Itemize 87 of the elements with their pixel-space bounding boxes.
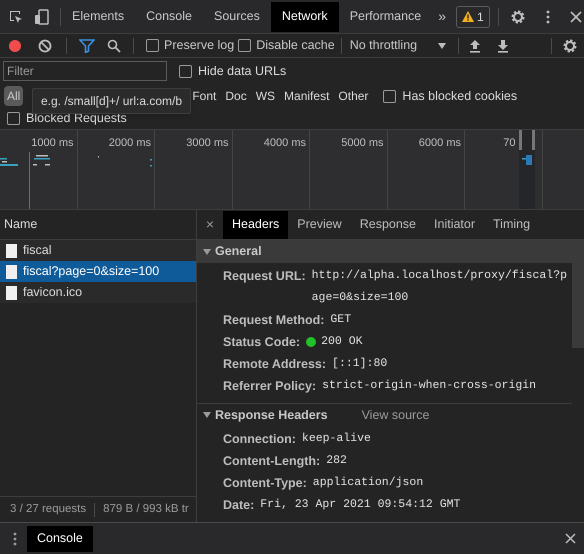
dropdown-caret-icon (438, 42, 446, 48)
document-icon (6, 264, 17, 278)
filter-field[interactable]: Filter (3, 61, 167, 81)
type-filter[interactable]: Doc (222, 86, 250, 106)
header-value: keep-alive (302, 431, 371, 447)
upload-icon[interactable] (468, 38, 481, 52)
clear-icon[interactable] (38, 38, 52, 52)
panel-tab[interactable]: Sources (202, 2, 271, 32)
more-options-icon[interactable] (13, 532, 17, 546)
status-text: 879 B / 993 kB tr (103, 502, 189, 517)
checkbox-label: Preserve log (164, 37, 234, 54)
detail-tab[interactable]: Timing (484, 210, 540, 238)
tick-label: 1000 ms (31, 136, 74, 151)
more-options-icon[interactable] (546, 10, 550, 24)
header-name: Status Code: (223, 334, 300, 351)
type-filter[interactable]: Font (189, 86, 220, 106)
header-name: Request Method: (223, 312, 324, 329)
header-value: 282 (326, 453, 347, 469)
section-header[interactable]: Response Headers View source (197, 403, 572, 426)
request-row[interactable]: favicon.ico (0, 282, 196, 303)
close-icon[interactable] (570, 10, 582, 22)
checkbox[interactable] (238, 39, 252, 52)
header-name: Content-Type: (223, 475, 307, 492)
warning-icon (462, 11, 474, 22)
header-value: GET (330, 312, 352, 328)
inspect-icon[interactable] (8, 8, 24, 24)
document-icon (6, 286, 17, 300)
panel-tab[interactable]: Performance (338, 2, 432, 32)
type-filter[interactable]: All (4, 86, 24, 106)
header-name: Referrer Policy: (223, 378, 316, 395)
more-tabs-button[interactable]: » (432, 6, 452, 27)
request-row[interactable]: fiscal?page=0&size=100 (0, 261, 196, 282)
header-name: Date: (223, 497, 254, 514)
close-icon[interactable] (565, 533, 576, 544)
section-header[interactable]: General (197, 240, 572, 263)
header-name: Connection: (223, 431, 296, 448)
detail-tab[interactable]: Preview (288, 210, 351, 238)
settings-icon[interactable] (510, 8, 526, 24)
device-icon[interactable] (34, 8, 50, 24)
header-value: http://alpha.localhost/proxy/fiscal?page=0&size=100 (312, 268, 568, 306)
expanded-caret-icon (203, 411, 211, 419)
request-row[interactable]: fiscal (0, 240, 196, 261)
tick-label: 3000 ms (186, 136, 228, 151)
panel-tab[interactable]: Elements (61, 2, 136, 32)
detail-tab[interactable]: Response (350, 210, 426, 238)
record-icon[interactable] (8, 38, 22, 52)
tick-label: 70 (503, 136, 516, 151)
header-value: application/json (312, 475, 424, 491)
tick-label: 5000 ms (341, 136, 384, 151)
warning-badge[interactable]: 1 (456, 6, 490, 28)
drawer-tab[interactable]: Console (27, 526, 93, 552)
scrollbar-thumb[interactable] (572, 240, 584, 348)
header-value: strict-origin-when-cross-origin (322, 378, 536, 394)
settings-icon[interactable] (562, 38, 578, 54)
expanded-caret-icon (203, 248, 211, 256)
header-value: Fri, 23 Apr 2021 09:54:12 GMT (260, 497, 460, 513)
type-filter[interactable]: Manifest (281, 86, 332, 106)
tick-label: 4000 ms (264, 136, 306, 151)
panel-tab[interactable]: Network (270, 2, 339, 32)
tick-label: 2000 ms (108, 136, 151, 151)
filter-icon[interactable] (79, 38, 95, 52)
close-button[interactable]: × (197, 214, 223, 235)
type-filter[interactable]: WS (252, 86, 278, 106)
tick-label: 6000 ms (418, 136, 461, 151)
type-filter[interactable]: Other (335, 86, 372, 106)
header-name: Content-Length: (223, 453, 320, 470)
checkbox-label: Has blocked cookies (402, 88, 518, 105)
detail-tab[interactable]: Initiator (425, 210, 484, 238)
checkbox-label: Hide data URLs (198, 62, 286, 80)
header-name: Request URL: (223, 268, 306, 285)
checkbox[interactable] (179, 64, 192, 78)
throttling-dropdown[interactable]: No throttling (350, 36, 446, 55)
checkbox[interactable] (7, 112, 20, 125)
document-icon (6, 244, 17, 258)
download-icon[interactable] (496, 38, 509, 52)
header-value: 200 OK (321, 334, 363, 350)
checkbox[interactable] (146, 39, 159, 52)
checkbox-label: Disable cache (256, 37, 335, 54)
panel-tab[interactable]: Console (135, 2, 203, 32)
search-icon[interactable] (107, 38, 121, 52)
tooltip: e.g. /small[d]+/ url:a.com/b (32, 88, 192, 114)
view-source-link[interactable]: View source (362, 406, 430, 424)
checkbox[interactable] (383, 90, 396, 102)
status-text: 3 / 27 requests (10, 502, 86, 517)
header-name: Remote Address: (223, 356, 326, 373)
header-value: [::1]:80 (332, 356, 388, 372)
detail-tab[interactable]: Headers (223, 210, 288, 238)
